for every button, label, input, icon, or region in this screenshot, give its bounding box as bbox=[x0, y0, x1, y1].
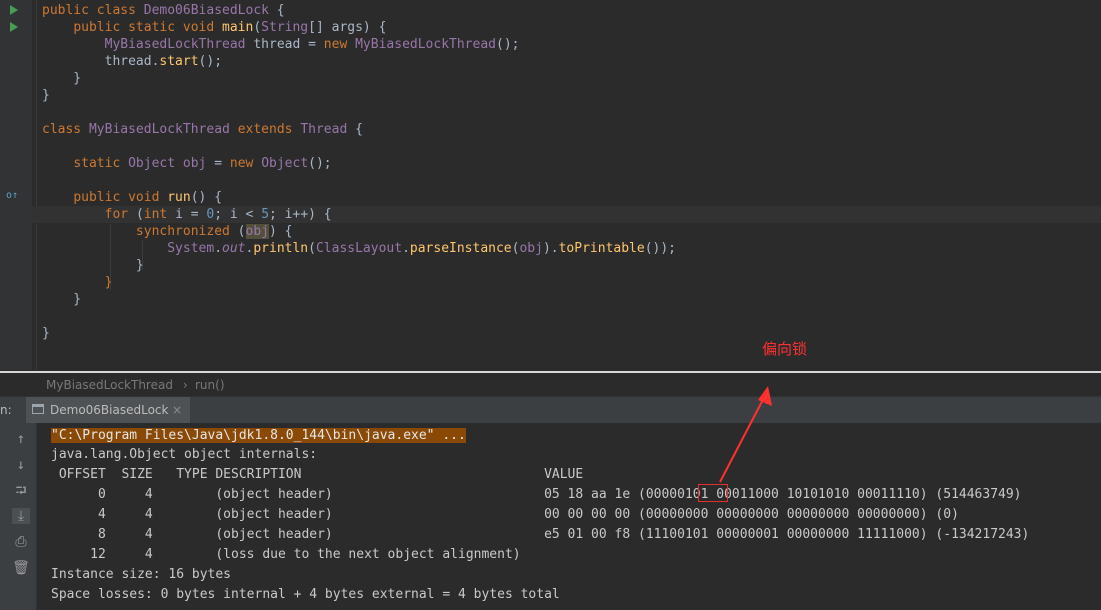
console-row: 4 4 (object header) 00 00 00 00 (0000000… bbox=[51, 507, 959, 522]
code-line-20: } bbox=[42, 326, 50, 341]
code-line-1: public class Demo06BiasedLock { bbox=[42, 3, 285, 18]
arrow-down-icon[interactable]: ↓ bbox=[12, 457, 30, 473]
run-label: n: bbox=[0, 403, 12, 417]
code-line-17: } bbox=[104, 275, 113, 290]
code-line-2: public static void main(String[] args) { bbox=[73, 20, 387, 35]
biased-lock-annotation: 偏向锁 bbox=[762, 340, 808, 358]
override-method-icon[interactable]: o↑ bbox=[6, 190, 18, 202]
run-gutter-icon[interactable] bbox=[10, 5, 18, 15]
console-row: 12 4 (loss due to the next object alignm… bbox=[51, 547, 521, 562]
code-line-10: static Object obj = new Object(); bbox=[73, 156, 332, 171]
code-line-16: } bbox=[42, 258, 144, 273]
run-tab-label: Demo06BiasedLock bbox=[50, 403, 169, 417]
console-icon bbox=[32, 404, 44, 414]
code-line-8: class MyBiasedLockThread extends Thread … bbox=[42, 122, 363, 137]
breadcrumb-separator: › bbox=[183, 378, 188, 392]
console-toolbar: ↑ ↓ ⮒ ⤓ ⎙ 🗑 bbox=[0, 423, 37, 610]
code-line-3: MyBiasedLockThread thread = new MyBiased… bbox=[104, 37, 520, 52]
console-row: 0 4 (object header) 05 18 aa 1e (0000010… bbox=[51, 487, 1022, 502]
console-output[interactable]: ↑ ↓ ⮒ ⤓ ⎙ 🗑 "C:\Program Files\Java\jdk1.… bbox=[0, 423, 1101, 610]
run-tab[interactable]: Demo06BiasedLock × bbox=[26, 397, 190, 423]
code-line-14: synchronized (obj) { bbox=[135, 224, 293, 239]
arrow-up-icon[interactable]: ↑ bbox=[12, 431, 30, 447]
console-command-line: "C:\Program Files\Java\jdk1.8.0_144\bin\… bbox=[51, 426, 466, 446]
editor-separator bbox=[0, 371, 1101, 373]
console-row: 8 4 (object header) e5 01 00 f8 (1110010… bbox=[51, 527, 1030, 542]
close-icon[interactable]: × bbox=[172, 403, 182, 417]
run-main-gutter-icon[interactable] bbox=[10, 22, 18, 32]
code-line-6: } bbox=[42, 88, 50, 103]
breadcrumb-method[interactable]: run() bbox=[195, 378, 225, 392]
code-line-13: for (int i = 0; i < 5; i++) { bbox=[104, 207, 332, 222]
console-line: java.lang.Object object internals: bbox=[51, 447, 318, 462]
code-line-5: } bbox=[42, 71, 82, 86]
console-table-header: OFFSET SIZE TYPE DESCRIPTION VALUE bbox=[51, 467, 584, 482]
code-line-12: public void run() { bbox=[73, 190, 223, 205]
code-line-18: } bbox=[42, 292, 82, 307]
code-line-4: thread.start(); bbox=[42, 54, 223, 69]
command-text: "C:\Program Files\Java\jdk1.8.0_144\bin\… bbox=[51, 428, 466, 443]
console-space-losses: Space losses: 0 bytes internal + 4 bytes… bbox=[51, 587, 560, 602]
print-icon[interactable]: ⎙ bbox=[12, 534, 30, 550]
fold-line bbox=[36, 0, 37, 370]
soft-wrap-icon[interactable]: ⮒ bbox=[12, 483, 30, 499]
console-instance-size: Instance size: 16 bytes bbox=[51, 567, 232, 582]
breadcrumb-class[interactable]: MyBiasedLockThread bbox=[46, 378, 173, 392]
trash-icon[interactable]: 🗑 bbox=[12, 560, 30, 576]
editor-gutter bbox=[0, 0, 32, 370]
code-line-15: System.out.println(ClassLayout.parseInst… bbox=[167, 241, 677, 256]
breadcrumb: MyBiasedLockThread › run() bbox=[0, 374, 1101, 396]
scroll-to-end-icon[interactable]: ⤓ bbox=[12, 508, 30, 524]
code-editor[interactable]: o↑ public class Demo06BiasedLock { publi… bbox=[0, 0, 1101, 370]
run-tool-window-header: n: Demo06BiasedLock × bbox=[0, 396, 1101, 424]
annotation-arrow-icon bbox=[719, 386, 772, 483]
